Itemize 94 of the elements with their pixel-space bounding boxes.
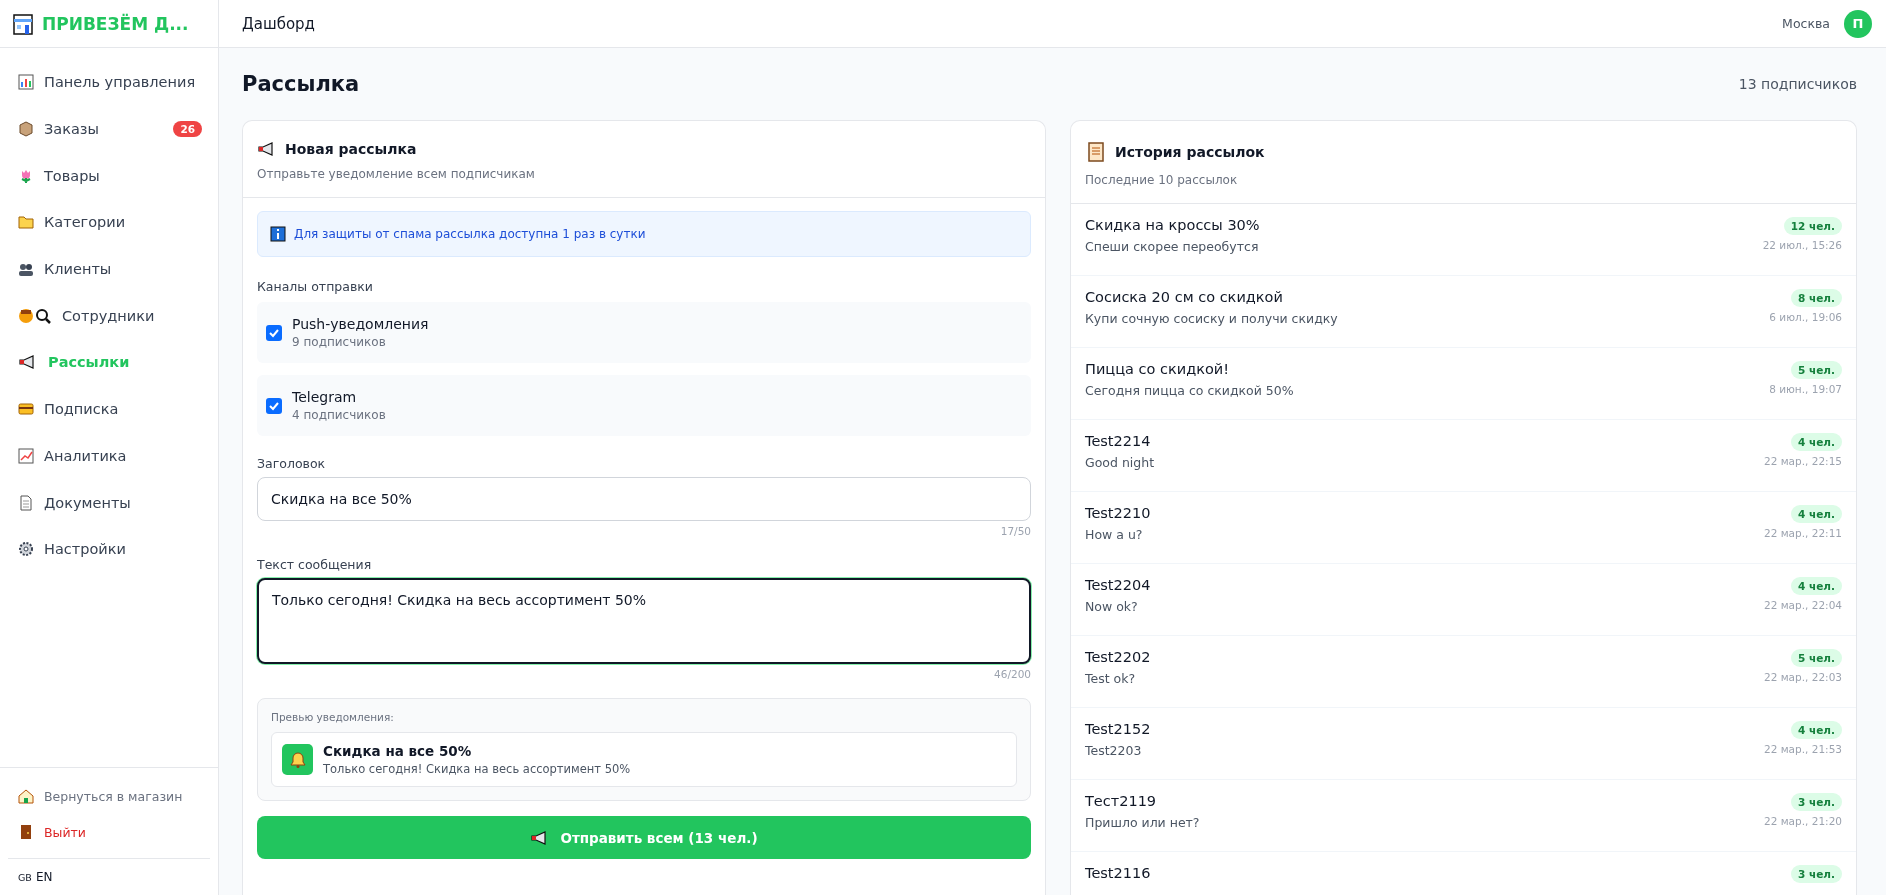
- mailing-text: Good night: [1085, 455, 1155, 470]
- document-icon: [18, 494, 34, 511]
- channel-name: Push-уведомления: [292, 316, 429, 332]
- back-to-store-link[interactable]: Вернуться в магазин: [8, 778, 210, 814]
- mailing-title: Test2210: [1085, 505, 1151, 521]
- mailing-date: 22 мар., 22:11: [1764, 527, 1842, 539]
- bar-chart-icon: [18, 74, 34, 91]
- recipient-count: 8 чел.: [1791, 289, 1842, 307]
- line-chart-icon: [18, 447, 34, 464]
- house-icon: [18, 788, 34, 804]
- info-icon: [270, 226, 286, 242]
- mailing-date: 22 мар., 22:03: [1764, 671, 1842, 683]
- mailing-title: Сосиска 20 см со скидкой: [1085, 289, 1284, 305]
- mailing-date: 22 мар., 22:15: [1764, 455, 1842, 467]
- recipient-count: 4 чел.: [1791, 577, 1842, 595]
- mailing-text: Test ok?: [1085, 671, 1137, 686]
- mailing-date: 22 июл., 15:26: [1762, 239, 1842, 251]
- mailing-date: 22 мар., 21:53: [1764, 743, 1842, 755]
- mailing-title: Пицца со скидкой!: [1085, 361, 1231, 377]
- mailing-text: Test2203: [1085, 743, 1143, 758]
- nav-item[interactable]: Категории: [8, 200, 210, 245]
- card-title: История рассылок: [1115, 144, 1265, 160]
- mailing-date: 6 июл., 19:06: [1769, 311, 1842, 323]
- nav-item[interactable]: Аналитика: [8, 433, 210, 479]
- mailing-date: 8 июн., 19:07: [1769, 383, 1842, 395]
- recipient-count: 4 чел.: [1791, 505, 1842, 523]
- nav-item[interactable]: Заказы 26: [8, 106, 210, 152]
- mailing-title: Тест2119: [1085, 793, 1158, 809]
- nav-item[interactable]: Панель управления: [8, 60, 210, 105]
- scroll-icon: [1085, 141, 1107, 163]
- preview-text: Только сегодня! Скидка на весь ассортимент 50%: [323, 762, 631, 776]
- settings-icon: [18, 541, 34, 558]
- recipient-count: 5 чел.: [1791, 361, 1842, 379]
- nav-item[interactable]: Документы: [8, 480, 210, 525]
- door-icon: [18, 824, 34, 840]
- nav-item[interactable]: Настройки: [8, 526, 210, 572]
- recipient-count: 5 чел.: [1791, 649, 1842, 667]
- box-icon: [18, 121, 34, 138]
- nav-item[interactable]: Подписка: [8, 386, 210, 432]
- card-subtitle: Отправьте уведомление всем подписчикам: [257, 167, 536, 181]
- checkbox[interactable]: [266, 397, 282, 414]
- mailing-text: Now ok?: [1085, 599, 1139, 614]
- recipient-count: 12 чел.: [1783, 217, 1842, 235]
- flag-label: GB: [18, 871, 32, 883]
- char-counter: 17/50: [1000, 525, 1031, 537]
- card-icon: [18, 401, 34, 418]
- brand-name: ПРИВЕЗЁМ Д...: [42, 13, 189, 34]
- person-magnifier-icon: [18, 307, 52, 324]
- subscriber-count: 13 подписчиков: [1738, 76, 1857, 92]
- section-label: Каналы отправки: [257, 279, 374, 294]
- mailing-title: Test2204: [1085, 577, 1151, 593]
- mailing-text: How a u?: [1085, 527, 1144, 542]
- recipient-count: 4 чел.: [1791, 433, 1842, 451]
- mailing-date: 22 мар., 21:20: [1764, 815, 1842, 827]
- recipient-count: 4 чел.: [1791, 721, 1842, 739]
- mailing-date: 22 мар., 22:04: [1764, 599, 1842, 611]
- recipient-count: 3 чел.: [1791, 865, 1842, 883]
- notice-text: Для защиты от спама рассылка доступна 1 раз в сутки: [294, 227, 646, 241]
- preview-title: Скидка на все 50%: [323, 743, 473, 759]
- channel-name: Telegram: [292, 389, 358, 405]
- char-counter: 46/200: [994, 668, 1031, 680]
- preview-label: Превью уведомления:: [271, 711, 395, 723]
- nav-item[interactable]: Сотрудники: [8, 293, 210, 339]
- card-title: Новая рассылка: [285, 141, 417, 157]
- card-subtitle: Последние 10 рассылок: [1085, 173, 1239, 187]
- folder-icon: [18, 214, 34, 231]
- city-label: Москва: [1782, 16, 1830, 31]
- channel-count: 9 подписчиков: [292, 335, 387, 349]
- field-label: Текст сообщения: [257, 557, 373, 572]
- page-title: Рассылка: [242, 72, 360, 96]
- channel-count: 4 подписчиков: [292, 408, 386, 422]
- mailing-title: Test2214: [1085, 433, 1152, 449]
- mailing-title: Скидка на кроссы 30%: [1085, 217, 1260, 233]
- field-label: Заголовок: [257, 456, 327, 471]
- mailing-text: Купи сочную сосиску и получи скидку: [1085, 311, 1338, 326]
- people-icon: [18, 261, 34, 278]
- recipient-count: 3 чел.: [1791, 793, 1842, 811]
- bell-icon: [282, 744, 313, 775]
- header-title: Дашборд: [242, 14, 315, 33]
- message-textarea[interactable]: Только сегодня! Скидка на весь ассортимент 50%: [257, 578, 1031, 664]
- nav-item[interactable]: Клиенты: [8, 246, 210, 292]
- mailing-title: Test2202: [1085, 649, 1151, 665]
- mailing-text: Сегодня пицца со скидкой 50%: [1085, 383, 1294, 398]
- count-badge: 26: [173, 121, 202, 138]
- language-code[interactable]: EN: [35, 870, 53, 884]
- store-logo-icon: [12, 12, 34, 35]
- nav-item[interactable]: Товары: [8, 153, 210, 199]
- title-input[interactable]: Скидка на все 50%: [257, 477, 1031, 521]
- mailing-title: Test2152: [1085, 721, 1151, 737]
- mailing-text: Спеши скорее переобутся: [1085, 239, 1260, 254]
- logout-link[interactable]: Выйти: [8, 814, 210, 850]
- checkbox[interactable]: [266, 324, 282, 341]
- mailing-text: Пришло или нет?: [1085, 815, 1200, 830]
- mailing-title: Test2116: [1085, 865, 1151, 881]
